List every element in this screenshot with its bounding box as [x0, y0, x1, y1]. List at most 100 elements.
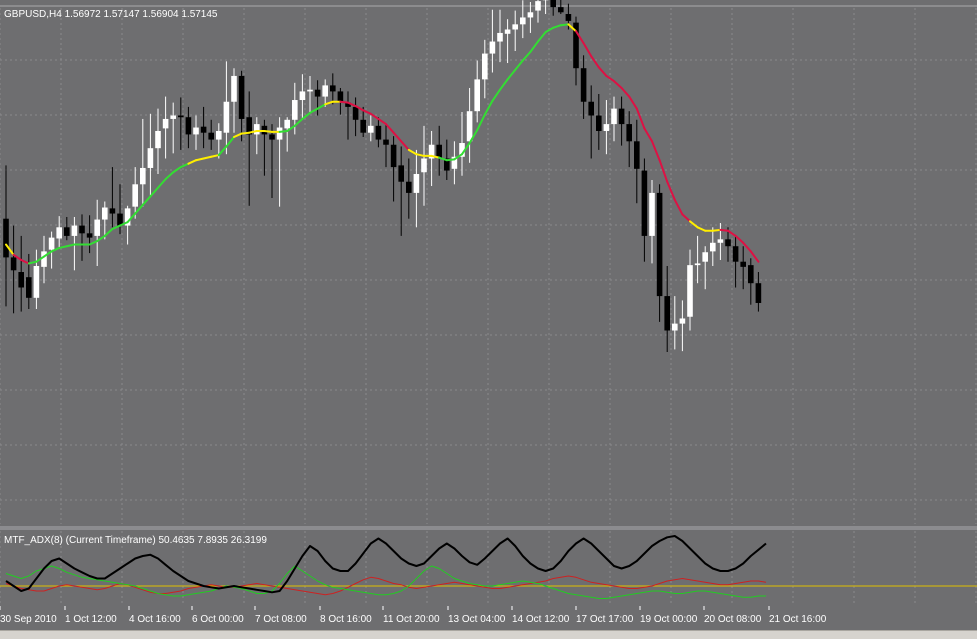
candle-body [680, 318, 686, 323]
candle-body [11, 257, 17, 270]
candle-body [3, 219, 9, 258]
x-tick-label: 20 Oct 08:00 [704, 614, 762, 625]
candle-body [391, 145, 397, 167]
candle-body [528, 12, 534, 17]
candle-body [110, 208, 116, 213]
candle-body [56, 227, 62, 238]
candle-body [474, 79, 480, 111]
candle-body [512, 24, 518, 29]
candle-body [497, 33, 503, 42]
ma-segment [561, 24, 569, 25]
candle-body [216, 131, 222, 140]
ma-segment [242, 133, 250, 134]
candle-body [634, 141, 640, 169]
candle-body [193, 128, 199, 135]
candle-body [588, 102, 594, 116]
candle-body [467, 111, 473, 141]
x-tick-label: 1 Oct 12:00 [65, 614, 117, 625]
candle-body [254, 124, 260, 134]
x-tick-label: 11 Oct 20:00 [383, 614, 440, 625]
candle-body [102, 208, 108, 220]
candle-body [292, 100, 298, 120]
candle-body [34, 266, 40, 298]
indicator-label: MTF_ADX(8) (Current Timeframe) 50.4635 7… [4, 535, 267, 546]
candle-body [376, 126, 382, 140]
trading-chart-window: 30 Sep 20101 Oct 12:004 Oct 16:006 Oct 0… [0, 0, 977, 638]
candle-body [421, 159, 427, 173]
candle-body [756, 283, 762, 303]
ma-segment [264, 131, 272, 132]
candle-body [657, 193, 663, 296]
candle-body [535, 1, 541, 10]
candle-body [208, 133, 214, 140]
candle-body [239, 76, 245, 119]
candle-body [672, 324, 678, 331]
candle-body [41, 251, 47, 266]
candle-body [201, 127, 207, 133]
candle-body [72, 226, 78, 236]
chart-canvas[interactable]: 30 Sep 20101 Oct 12:004 Oct 16:006 Oct 0… [0, 0, 977, 638]
candle-body [186, 117, 192, 134]
ma-segment [447, 159, 455, 160]
candle-body [360, 120, 366, 133]
candle-body [490, 42, 496, 54]
candle-body [383, 140, 389, 145]
ma-segment [340, 102, 348, 103]
candle-body [300, 91, 306, 100]
candle-body [566, 14, 572, 21]
candle-body [642, 171, 648, 236]
x-tick-label: 17 Oct 17:00 [576, 614, 634, 625]
candle-body [170, 116, 176, 119]
pane-separator[interactable] [0, 526, 977, 530]
symbol-info-label: GBPUSD,H4 1.56972 1.57147 1.56904 1.5714… [4, 9, 218, 20]
candle-body [748, 265, 754, 283]
candle-body [353, 107, 359, 120]
ma-segment [280, 131, 288, 132]
x-tick-label: 14 Oct 12:00 [512, 614, 570, 625]
candle-body [277, 128, 283, 140]
candle-body [664, 296, 670, 330]
x-tick-label: 13 Oct 04:00 [448, 614, 506, 625]
candle-body [733, 246, 739, 261]
candle-body [315, 90, 321, 97]
candle-body [224, 102, 230, 133]
candle-body [269, 134, 275, 139]
candle-body [482, 54, 488, 80]
candle-body [406, 182, 412, 193]
candle-body [307, 90, 313, 92]
candle-body [64, 227, 70, 236]
candle-body [26, 277, 32, 298]
x-tick-label: 4 Oct 16:00 [129, 614, 181, 625]
candle-body [596, 116, 602, 131]
candle-body [414, 174, 420, 193]
candle-body [322, 85, 328, 96]
candle-body [132, 184, 138, 206]
candle-body [695, 263, 701, 265]
candle-body [619, 109, 625, 124]
candle-body [604, 124, 610, 131]
candle-body [79, 226, 85, 234]
candle-body [18, 272, 24, 287]
candle-body [687, 265, 693, 317]
candle-body [725, 239, 731, 246]
candle-body [520, 17, 526, 24]
x-tick-label: 8 Oct 16:00 [320, 614, 372, 625]
candle-body [505, 30, 511, 34]
candle-body [94, 220, 100, 236]
ma-segment [713, 230, 721, 231]
candle-body [140, 168, 146, 184]
candle-body [148, 148, 154, 168]
x-tick-label: 6 Oct 00:00 [192, 614, 244, 625]
candle-body [718, 239, 724, 242]
candle-body [581, 68, 587, 102]
candle-body [49, 238, 55, 250]
candle-body [163, 119, 169, 128]
ma-segment [720, 230, 728, 231]
candle-body [436, 145, 442, 158]
candle-body [398, 165, 404, 181]
candle-body [558, 7, 564, 12]
candle-body [368, 126, 374, 133]
candle-body [550, 0, 556, 7]
x-tick-label: 19 Oct 00:00 [640, 614, 698, 625]
candle-body [155, 131, 161, 148]
